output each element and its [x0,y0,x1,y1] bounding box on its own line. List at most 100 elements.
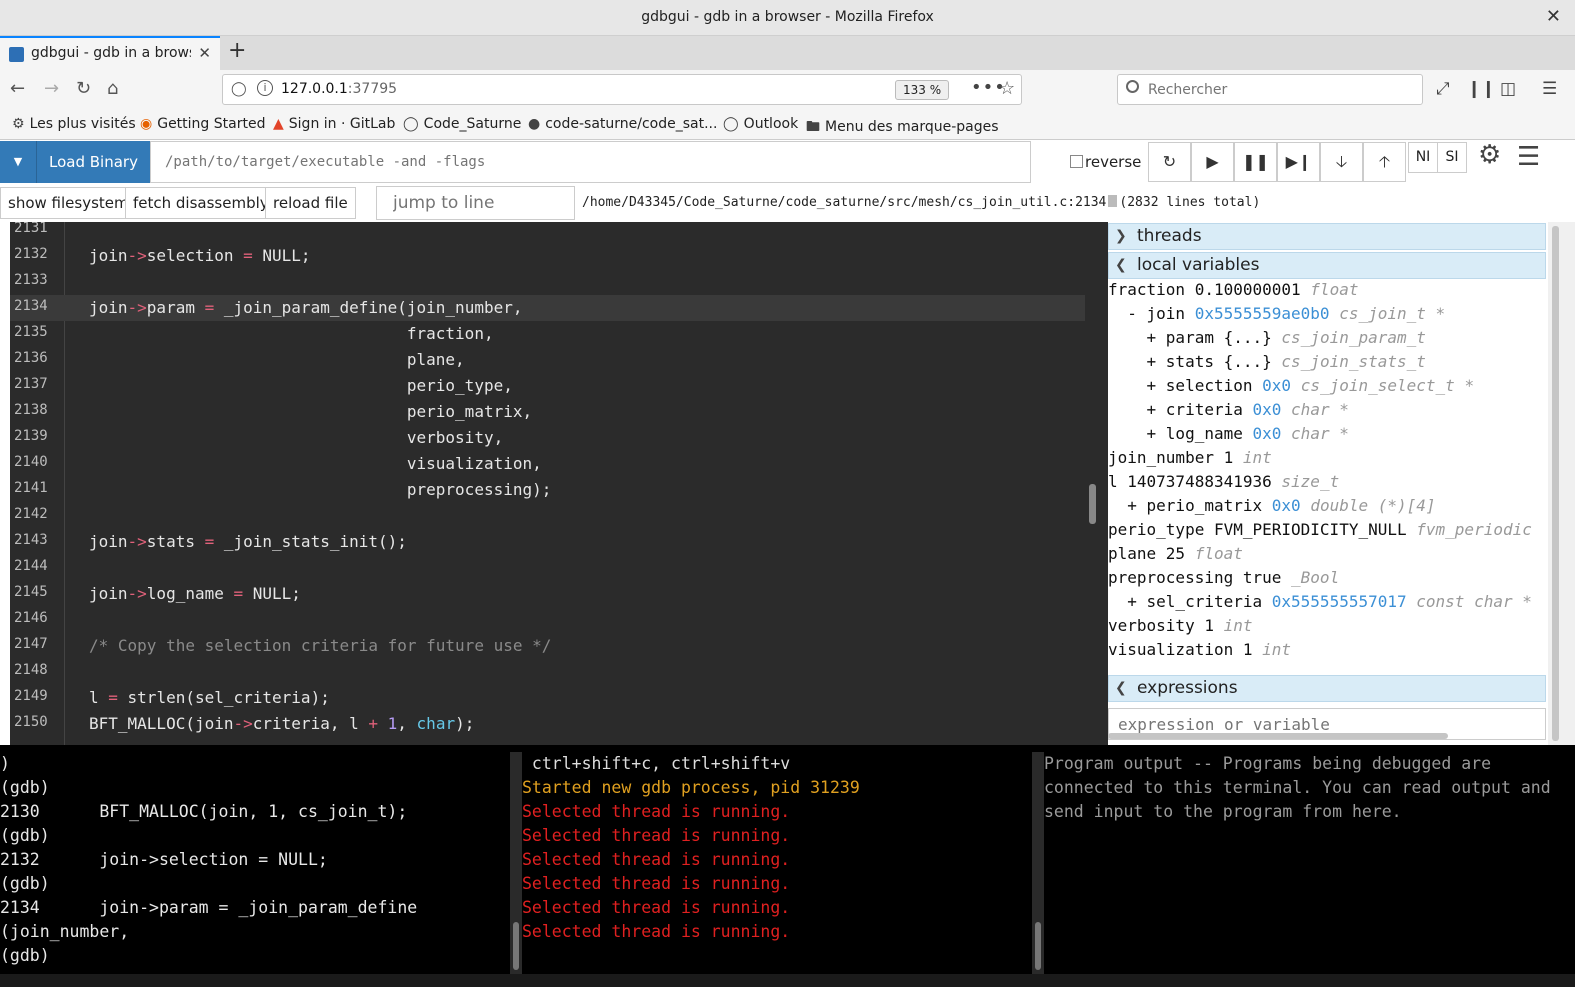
local-variable-row[interactable]: - join 0x5555559ae0b0 cs_join_t * [1108,302,1445,326]
url-bar[interactable]: ◯ i 127.0.0.1:37795 133 % ••• ☆ [222,74,1022,105]
forward-arrow-icon[interactable]: → [44,78,59,99]
next-instruction-button[interactable]: NI [1408,142,1438,173]
line-number[interactable]: 2131 [14,222,48,236]
line-number[interactable]: 2143 [14,532,48,548]
threads-header[interactable]: ❯ threads [1108,223,1546,250]
line-number[interactable]: 2140 [14,454,48,470]
local-variable-row[interactable]: l 140737488341936 size_t [1108,470,1339,494]
code-line[interactable]: 2135 fraction, [10,321,1085,347]
pause-button[interactable]: ❚❚ [1234,142,1277,182]
bookmark-star-icon[interactable]: ☆ [999,78,1015,99]
line-number[interactable]: 2142 [14,506,48,522]
code-line[interactable]: 2143 join->stats = _join_stats_init(); [10,529,1085,555]
zoom-level-badge[interactable]: 133 % [895,80,950,100]
local-variables-header[interactable]: ❮ local variables [1108,252,1546,279]
line-number[interactable]: 2136 [14,350,48,366]
library-icon[interactable]: ❙❙ [1467,79,1496,99]
reverse-checkbox[interactable] [1070,155,1083,168]
bookmarks-menu[interactable]: 🖿 Menu des marque-pages [806,116,999,140]
gdb-terminal[interactable]: ) (gdb) 2130 BFT_MALLOC(join, 1, cs_join_t… [0,752,510,974]
line-number[interactable]: 2132 [14,246,48,262]
window-close-icon[interactable]: ✕ [1546,6,1561,27]
bookmark-gitlab[interactable]: ▲ Sign in · GitLab [273,116,395,132]
code-line[interactable]: 2136 plane, [10,347,1085,373]
code-scrollbar-thumb[interactable] [1089,484,1096,524]
line-number[interactable]: 2149 [14,688,48,704]
code-line[interactable]: 2145 join->log_name = NULL; [10,581,1085,607]
code-line[interactable]: 2148 [10,659,1085,685]
reload-file-button[interactable]: reload file [265,187,356,219]
local-variable-row[interactable]: + stats {...} cs_join_stats_t [1108,350,1426,374]
local-variable-row[interactable]: perio_type FVM_PERIODICITY_NULL fvm_peri… [1108,518,1532,542]
sidebar-icon[interactable]: ◫ [1500,79,1516,99]
gdb-terminal-scrollbar[interactable] [510,752,522,974]
downloads-icon[interactable]: ⤢ [1436,79,1450,99]
expressions-header[interactable]: ❮ expressions [1108,675,1546,702]
line-number[interactable]: 2134 [14,298,48,314]
local-variable-row[interactable]: + criteria 0x0 char * [1108,398,1349,422]
bookmark-code-saturne[interactable]: ◯ Code_Saturne [403,116,521,132]
line-number[interactable]: 2137 [14,376,48,392]
line-number[interactable]: 2138 [14,402,48,418]
local-variable-row[interactable]: join_number 1 int [1108,446,1272,470]
continue-button[interactable]: ▶ [1191,142,1234,182]
url-text[interactable]: 127.0.0.1:37795 [281,81,397,97]
new-tab-icon[interactable]: + [228,38,246,63]
bookmark-most-visited[interactable]: ⚙ Les plus visités [12,116,136,132]
back-arrow-icon[interactable]: ← [10,78,25,99]
code-line[interactable]: 2139 verbosity, [10,425,1085,451]
code-scrollbar[interactable] [1085,222,1108,745]
next-button[interactable]: ▶❙ [1277,142,1320,182]
restart-button[interactable]: ↻ [1148,142,1191,182]
local-variable-row[interactable]: visualization 1 int [1108,638,1291,662]
line-number[interactable]: 2146 [14,610,48,626]
reload-icon[interactable]: ↻ [76,78,91,99]
fetch-disassembly-button[interactable]: fetch disassembly [125,187,277,219]
local-variable-row[interactable]: verbosity 1 int [1108,614,1253,638]
reverse-toggle[interactable]: reverse [1070,153,1141,171]
line-number[interactable]: 2133 [14,272,48,288]
line-number[interactable]: 2139 [14,428,48,444]
local-variable-row[interactable]: + log_name 0x0 char * [1108,422,1349,446]
source-code-pane[interactable]: 2131 2132 join->selection = NULL; 2133 2134 j… [0,222,1108,745]
line-number[interactable]: 2145 [14,584,48,600]
line-number[interactable]: 2150 [14,714,48,730]
sidebar-horizontal-scrollbar[interactable] [1108,733,1448,739]
tab-close-icon[interactable]: ✕ [198,44,211,62]
line-number[interactable]: 2147 [14,636,48,652]
code-line[interactable]: 2138 perio_matrix, [10,399,1085,425]
load-options-caret-icon[interactable]: ▼ [0,141,37,183]
local-variable-row[interactable]: preprocessing true _Bool [1108,566,1339,590]
code-line[interactable]: 2140 visualization, [10,451,1085,477]
messages-terminal-scrollbar-thumb[interactable] [1035,922,1041,970]
code-line[interactable]: 2147 /* Copy the selection criteria for f… [10,633,1085,659]
code-line[interactable]: 2137 perio_type, [10,373,1085,399]
code-line[interactable]: 2144 [10,555,1085,581]
jump-to-line-input[interactable] [376,186,575,220]
program-output-terminal[interactable]: Program output -- Programs being debugge… [1044,752,1559,974]
line-number[interactable]: 2135 [14,324,48,340]
code-line[interactable]: 2131 [10,222,1085,243]
gdbgui-messages-terminal[interactable]: ctrl+shift+c, ctrl+shift+v Started new gd… [522,752,1032,974]
gdb-terminal-scrollbar-thumb[interactable] [513,922,519,970]
search-box[interactable] [1117,74,1423,105]
binary-path-input[interactable] [150,141,1031,183]
local-variable-row[interactable]: + selection 0x0 cs_join_select_t * [1108,374,1475,398]
messages-terminal-scrollbar[interactable] [1032,752,1044,974]
local-variable-row[interactable]: + param {...} cs_join_param_t [1108,326,1426,350]
line-number[interactable]: 2148 [14,662,48,678]
local-variable-row[interactable]: + perio_matrix 0x0 double (*)[4] [1108,494,1435,518]
sidebar-scrollbar-thumb[interactable] [1552,226,1559,741]
code-line[interactable]: 2150 BFT_MALLOC(join->criteria, l + 1, ch… [10,711,1085,737]
code-line[interactable]: 2146 [10,607,1085,633]
tab-gdbgui[interactable]: gdbgui - gdb in a browser ✕ [0,36,220,70]
site-info-icon[interactable]: i [257,80,273,96]
step-instruction-button[interactable]: SI [1437,142,1467,173]
local-variable-row[interactable]: + sel_criteria 0x555555557017 const char… [1108,590,1532,614]
local-variable-row[interactable]: fraction 0.100000001 float [1108,278,1358,302]
bookmark-getting-started[interactable]: ◉ Getting Started [140,116,265,132]
code-line-current[interactable]: 2134 join->param = _join_param_define(joi… [10,295,1085,321]
bookmark-outlook[interactable]: ◯ Outlook [723,116,798,132]
search-input[interactable] [1148,79,1408,101]
step-out-button[interactable]: 🡡 [1363,142,1406,182]
